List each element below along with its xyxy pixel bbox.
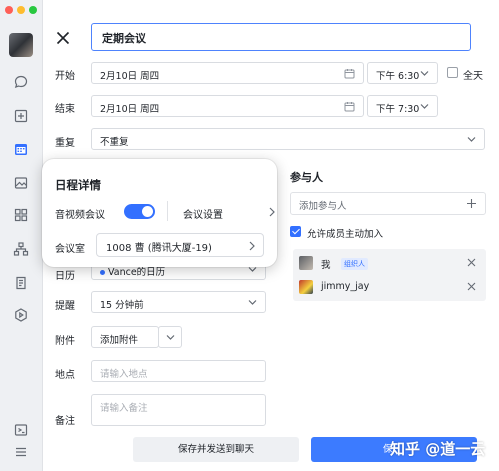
start-date-value: 2月10日 周四 xyxy=(100,71,160,82)
meeting-room-select[interactable]: 1008 曹 (腾讯大厦-19) xyxy=(96,233,264,257)
user-avatar[interactable] xyxy=(9,33,33,57)
sidebar xyxy=(0,0,43,471)
reminder-label: 提醒 xyxy=(55,301,75,312)
zoom-window-button[interactable] xyxy=(29,6,37,14)
participants-title: 参与人 xyxy=(290,171,323,184)
add-participant-input[interactable]: 添加参与人 xyxy=(290,192,486,215)
allow-join-label: 允许成员主动加入 xyxy=(307,229,384,240)
start-time-select[interactable]: 下午 6:30 xyxy=(367,62,438,84)
chevron-down-icon xyxy=(248,300,257,305)
notes-placeholder: 请输入备注 xyxy=(100,403,148,414)
remove-icon[interactable] xyxy=(467,282,476,291)
end-time-select[interactable]: 下午 7:30 xyxy=(367,95,438,117)
repeat-select[interactable]: 不重复 xyxy=(91,128,485,150)
chat-icon[interactable] xyxy=(13,74,29,90)
location-label: 地点 xyxy=(55,370,75,381)
repeat-value: 不重复 xyxy=(100,137,129,148)
chevron-right-icon[interactable] xyxy=(269,207,275,217)
chevron-down-icon xyxy=(166,335,175,340)
all-day-label: 全天 xyxy=(463,71,483,82)
chevron-down-icon xyxy=(420,104,429,109)
meeting-room-label: 会议室 xyxy=(55,244,85,255)
start-label: 开始 xyxy=(55,71,75,82)
workspace-icon[interactable] xyxy=(13,108,29,124)
start-date-field[interactable]: 2月10日 周四 xyxy=(91,62,364,84)
calendar-icon[interactable] xyxy=(13,141,29,157)
chevron-down-icon xyxy=(467,137,476,142)
meeting-settings-link[interactable]: 会议设置 xyxy=(183,206,223,221)
image-icon[interactable] xyxy=(13,175,29,191)
start-time-value: 下午 6:30 xyxy=(376,71,420,82)
chevron-down-icon xyxy=(248,267,257,272)
participant-list: 我 组织人 jimmy_jay xyxy=(293,249,486,301)
minimize-window-button[interactable] xyxy=(17,6,25,14)
popup-title: 日程详情 xyxy=(55,178,101,192)
location-placeholder: 请输入地点 xyxy=(100,369,148,380)
apps-icon[interactable] xyxy=(13,207,29,223)
participant-avatar xyxy=(299,256,313,270)
app-window: 定期会议 开始 2月10日 周四 下午 6:30 全天 结束 2月10日 周四 … xyxy=(0,0,499,471)
allow-join-checkbox[interactable] xyxy=(290,226,301,237)
add-attachment-label: 添加附件 xyxy=(100,335,139,346)
close-icon[interactable] xyxy=(54,29,72,47)
collapse-icon[interactable] xyxy=(13,422,29,438)
calendar-value: Vance的日历 xyxy=(108,267,166,278)
chevron-down-icon xyxy=(420,71,429,76)
approval-icon[interactable] xyxy=(13,275,29,291)
av-meeting-label: 音视频会议 xyxy=(55,210,105,221)
meeting-room-value: 1008 曹 (腾讯大厦-19) xyxy=(106,243,212,254)
calendar-small-icon xyxy=(344,102,355,112)
notes-input[interactable]: 请输入备注 xyxy=(91,394,266,426)
plus-icon[interactable] xyxy=(466,198,477,209)
participant-avatar xyxy=(299,280,313,294)
attachment-dropdown-button[interactable] xyxy=(158,326,182,348)
reminder-value: 15 分钟前 xyxy=(100,300,144,311)
all-day-checkbox[interactable] xyxy=(447,67,458,78)
calendar-label: 日历 xyxy=(55,271,75,282)
end-date-value: 2月10日 周四 xyxy=(100,104,160,115)
close-window-button[interactable] xyxy=(5,6,13,14)
participant-name: jimmy_jay xyxy=(321,281,370,292)
end-time-value: 下午 7:30 xyxy=(376,104,420,115)
participant-row[interactable]: 我 组织人 xyxy=(297,253,482,273)
watermark: 知乎 @道一云 xyxy=(390,440,486,458)
chevron-right-icon xyxy=(249,241,255,251)
participant-row[interactable]: jimmy_jay xyxy=(297,277,482,297)
remove-icon[interactable] xyxy=(467,258,476,267)
add-attachment-button[interactable]: 添加附件 xyxy=(91,326,159,348)
event-detail-popup: 日程详情 音视频会议 会议设置 会议室 1008 曹 (腾讯大厦-19) xyxy=(42,159,277,267)
notes-label: 备注 xyxy=(55,416,75,427)
menu-icon[interactable] xyxy=(13,444,29,460)
reminder-select[interactable]: 15 分钟前 xyxy=(91,291,266,313)
video-icon[interactable] xyxy=(13,307,29,323)
av-meeting-toggle[interactable] xyxy=(124,204,155,219)
save-and-send-button[interactable]: 保存并发送到聊天 xyxy=(133,437,299,462)
calendar-small-icon xyxy=(344,69,355,79)
event-title-input[interactable]: 定期会议 xyxy=(91,23,471,51)
repeat-label: 重复 xyxy=(55,138,75,149)
org-icon[interactable] xyxy=(13,241,29,257)
divider xyxy=(167,201,168,221)
attachment-label: 附件 xyxy=(55,336,75,347)
add-participant-placeholder: 添加参与人 xyxy=(299,201,347,212)
end-label: 结束 xyxy=(55,104,75,115)
location-input[interactable]: 请输入地点 xyxy=(91,360,266,382)
calendar-color-dot xyxy=(100,270,105,275)
end-date-field[interactable]: 2月10日 周四 xyxy=(91,95,364,117)
participant-name: 我 xyxy=(321,260,331,271)
organizer-badge: 组织人 xyxy=(341,258,368,270)
